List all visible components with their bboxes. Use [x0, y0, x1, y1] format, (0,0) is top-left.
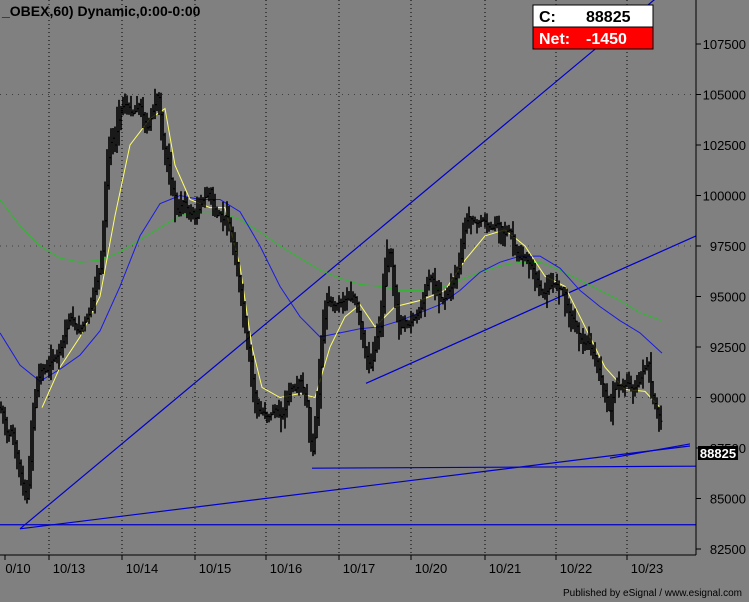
x-tick-label: 10/22 [560, 561, 593, 576]
close-value: 88825 [586, 9, 631, 26]
y-tick-label: 110000 [704, 0, 746, 2]
x-tick-label: 10/15 [199, 561, 232, 576]
y-tick-label: 102500 [703, 138, 746, 153]
footer-credit: Published by eSignal / www.esignal.com [563, 588, 742, 599]
x-tick-label: 10/21 [489, 561, 522, 576]
x-tick-label: 10/23 [631, 561, 664, 576]
price-chart: 8250085000875009000092500950009750010000… [0, 0, 749, 602]
y-tick-label: 82500 [710, 542, 746, 557]
close-label: C: [539, 9, 556, 26]
y-axis-panel [696, 0, 749, 555]
x-tick-label: 10/16 [270, 561, 303, 576]
net-value: -1450 [586, 31, 627, 48]
x-tick-label: 10/13 [53, 561, 86, 576]
x-tick-label: 10/14 [126, 561, 159, 576]
chart-title: _OBEX,60) Dynamic,0:00-0:00 [1, 3, 201, 19]
y-tick-label: 95000 [710, 290, 746, 305]
y-tick-label: 92500 [710, 340, 746, 355]
net-label: Net: [539, 31, 570, 48]
x-tick-label: 0/10 [5, 561, 30, 576]
y-tick-label: 107500 [703, 37, 746, 52]
plot-background [0, 0, 696, 555]
x-tick-label: 10/17 [343, 561, 376, 576]
last-price-label: 88825 [700, 446, 736, 461]
y-tick-label: 105000 [703, 88, 746, 103]
x-tick-label: 10/20 [415, 561, 448, 576]
y-tick-label: 100000 [703, 189, 746, 204]
y-tick-label: 97500 [710, 239, 746, 254]
y-tick-label: 85000 [710, 492, 746, 507]
info-box: C: 88825 Net: -1450 [532, 4, 654, 50]
x-axis-ticks: 0/10 10/13 10/14 10/15 10/16 10/17 10/20 10/21 1… [4, 555, 664, 576]
y-tick-label: 90000 [710, 391, 746, 406]
